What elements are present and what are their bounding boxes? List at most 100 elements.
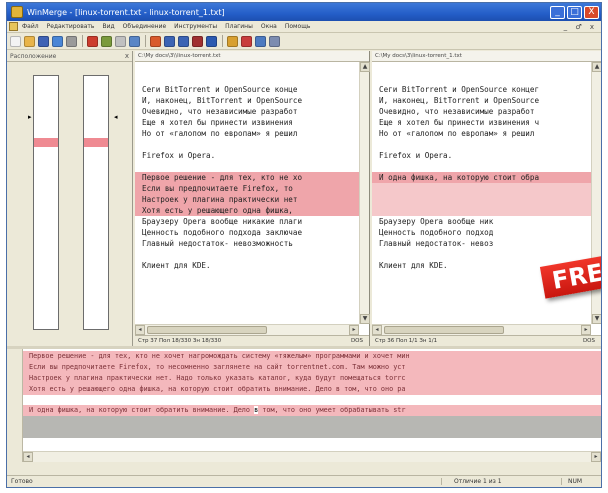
close-icon[interactable]: x bbox=[125, 52, 129, 60]
left-document-pane[interactable]: C:\My docs\3\\linux-torrent.txt Сеги Bit… bbox=[135, 51, 370, 346]
scroll-down-icon[interactable]: ▼ bbox=[592, 314, 601, 324]
plugin-icon[interactable] bbox=[269, 35, 280, 47]
right-file-path: C:\My docs\3\linux-torrent_1.txt bbox=[372, 51, 601, 62]
left-pane-status: Стр 37 Пол 18/330 Зн 18/330 DOS bbox=[135, 335, 369, 346]
right-text-line bbox=[372, 139, 591, 150]
left-text-line: Если вы предпочитаете Firefox, то bbox=[135, 183, 359, 194]
scroll-right-icon[interactable]: ▸ bbox=[349, 325, 359, 335]
toolbar-separator bbox=[145, 35, 146, 47]
right-text-line: Еще я хотел бы принести извинения ч bbox=[379, 118, 540, 127]
next-diff-icon[interactable] bbox=[87, 35, 98, 47]
diff-detail-left[interactable]: Первое решение - для тех, кто не хочет н… bbox=[23, 351, 601, 401]
scroll-left-icon[interactable]: ◂ bbox=[23, 452, 33, 462]
copy-left-icon[interactable] bbox=[178, 35, 189, 47]
diff-text-after: том, что оно умеет обрабатывать str bbox=[258, 406, 406, 414]
menu-edit[interactable]: Редактировать bbox=[47, 23, 95, 30]
redo-icon[interactable] bbox=[66, 35, 77, 47]
diff-detail-right[interactable]: И одна фишка, на которую стоит обратить … bbox=[23, 405, 601, 449]
right-text-line bbox=[372, 62, 591, 73]
scroll-left-icon[interactable]: ◂ bbox=[372, 325, 382, 335]
left-text-line: Firefox и Opera. bbox=[142, 151, 216, 160]
diff-text-before: И одна фишка, на которую стоит обратить … bbox=[29, 406, 255, 414]
menu-bar: Файл Редактировать Вид Объединение Инстр… bbox=[7, 21, 601, 33]
document-icon[interactable] bbox=[9, 22, 18, 31]
diff-empty-line bbox=[23, 427, 601, 438]
refresh-icon[interactable] bbox=[227, 35, 238, 47]
open-folder-icon[interactable] bbox=[24, 35, 35, 47]
left-text-line bbox=[135, 62, 359, 73]
save-icon[interactable] bbox=[38, 35, 49, 47]
current-diff-icon[interactable] bbox=[129, 35, 140, 47]
right-text-line: Сеги BitTorrent и OpenSource концег bbox=[379, 85, 540, 94]
diff-horizontal-scrollbar[interactable]: ◂ ▸ bbox=[23, 451, 601, 462]
title-bar[interactable]: WinMerge - [linux-torrent.txt - linux-to… bbox=[7, 3, 601, 21]
right-text-line: Но от «галопом по европам» я решил bbox=[379, 129, 535, 138]
filter-icon[interactable] bbox=[255, 35, 266, 47]
mdi-window-controls[interactable]: _ ♂ x bbox=[564, 23, 597, 31]
toolbar-separator bbox=[222, 35, 223, 47]
menu-plugins[interactable]: Плагины bbox=[225, 23, 253, 30]
scroll-left-icon[interactable]: ◂ bbox=[135, 325, 145, 335]
undo-icon[interactable] bbox=[52, 35, 63, 47]
right-text-line bbox=[372, 249, 591, 260]
right-horizontal-scrollbar[interactable]: ◂ ▸ bbox=[372, 324, 591, 335]
menu-file[interactable]: Файл bbox=[22, 23, 39, 30]
left-text-line: Еще я хотел бы принести извинения bbox=[142, 118, 293, 127]
scroll-up-icon[interactable]: ▲ bbox=[360, 62, 370, 72]
window-title: WinMerge - [linux-torrent.txt - linux-to… bbox=[27, 7, 225, 17]
scroll-right-icon[interactable]: ▸ bbox=[591, 452, 601, 462]
right-text-line: Ценность подобного подход bbox=[379, 228, 494, 237]
location-pane-title: Расположение bbox=[10, 52, 57, 60]
minimize-button[interactable]: _ bbox=[550, 5, 565, 19]
last-diff-icon[interactable] bbox=[150, 35, 161, 47]
compare-area: Расположение x ▸ ◂ C:\My docs\3\\linux-t… bbox=[7, 51, 601, 346]
first-diff-icon[interactable] bbox=[101, 35, 112, 47]
left-vertical-scrollbar[interactable]: ▲ ▼ bbox=[359, 62, 370, 324]
scroll-up-icon[interactable]: ▲ bbox=[592, 62, 601, 72]
prev-diff-icon[interactable] bbox=[115, 35, 126, 47]
diff-detail-line: Настроек у плагина практически нет. Надо… bbox=[23, 373, 601, 384]
left-horizontal-scrollbar[interactable]: ◂ ▸ bbox=[135, 324, 359, 335]
menu-view[interactable]: Вид bbox=[102, 23, 114, 30]
close-button[interactable]: X bbox=[584, 5, 599, 19]
right-document-pane[interactable]: C:\My docs\3\linux-torrent_1.txt Сеги Bi… bbox=[372, 51, 601, 346]
menu-merge[interactable]: Объединение bbox=[123, 23, 167, 30]
left-text-line: Первое решение - для тех, кто не хо bbox=[135, 172, 359, 183]
all-right-icon[interactable] bbox=[192, 35, 203, 47]
left-text-lines[interactable]: Сеги BitTorrent и OpenSource конце И, нак… bbox=[135, 62, 359, 324]
right-text-line bbox=[372, 183, 591, 194]
scroll-thumb[interactable] bbox=[384, 326, 504, 334]
diff-detail-line: И одна фишка, на которую стоит обратить … bbox=[23, 405, 601, 416]
location-diff-marker bbox=[34, 138, 58, 147]
all-left-icon[interactable] bbox=[206, 35, 217, 47]
left-file-path: C:\My docs\3\\linux-torrent.txt bbox=[135, 51, 369, 62]
right-text-line: И, наконец, BitTorrent и OpenSource bbox=[379, 96, 540, 105]
diff-detail-line: Хотя есть у решающего одна фишка, на кот… bbox=[23, 384, 601, 395]
menu-tools[interactable]: Инструменты bbox=[174, 23, 217, 30]
menu-window[interactable]: Окна bbox=[261, 23, 277, 30]
location-pane: Расположение x ▸ ◂ bbox=[7, 51, 133, 346]
maximize-button[interactable]: □ bbox=[567, 5, 582, 19]
left-text-line bbox=[135, 249, 359, 260]
left-text-line: Ценность подобного подхода заключае bbox=[142, 228, 303, 237]
right-text-line: Очевидно, что независимые разработ bbox=[379, 107, 535, 116]
left-cursor-position: Стр 37 Пол 18/330 Зн 18/330 bbox=[138, 338, 222, 344]
right-encoding: DOS bbox=[582, 338, 595, 344]
copy-right-icon[interactable] bbox=[164, 35, 175, 47]
diff-empty-line bbox=[23, 416, 601, 427]
scroll-down-icon[interactable]: ▼ bbox=[360, 314, 370, 324]
left-text-line: Клиент для KDE. bbox=[142, 261, 211, 270]
location-bar-left[interactable] bbox=[33, 75, 59, 330]
new-file-icon[interactable] bbox=[10, 35, 21, 47]
menu-help[interactable]: Помощь bbox=[285, 23, 311, 30]
left-text-line bbox=[135, 139, 359, 150]
scroll-thumb[interactable] bbox=[147, 326, 267, 334]
left-text-line bbox=[135, 161, 359, 172]
toolbar bbox=[7, 33, 601, 50]
options-icon[interactable] bbox=[241, 35, 252, 47]
scroll-right-icon[interactable]: ▸ bbox=[581, 325, 591, 335]
location-bar-right[interactable] bbox=[83, 75, 109, 330]
status-diff-count: Отличие 1 из 1 bbox=[441, 478, 561, 485]
right-text-line bbox=[372, 194, 591, 205]
diff-detail-pane: Первое решение - для тех, кто не хочет н… bbox=[7, 349, 601, 462]
